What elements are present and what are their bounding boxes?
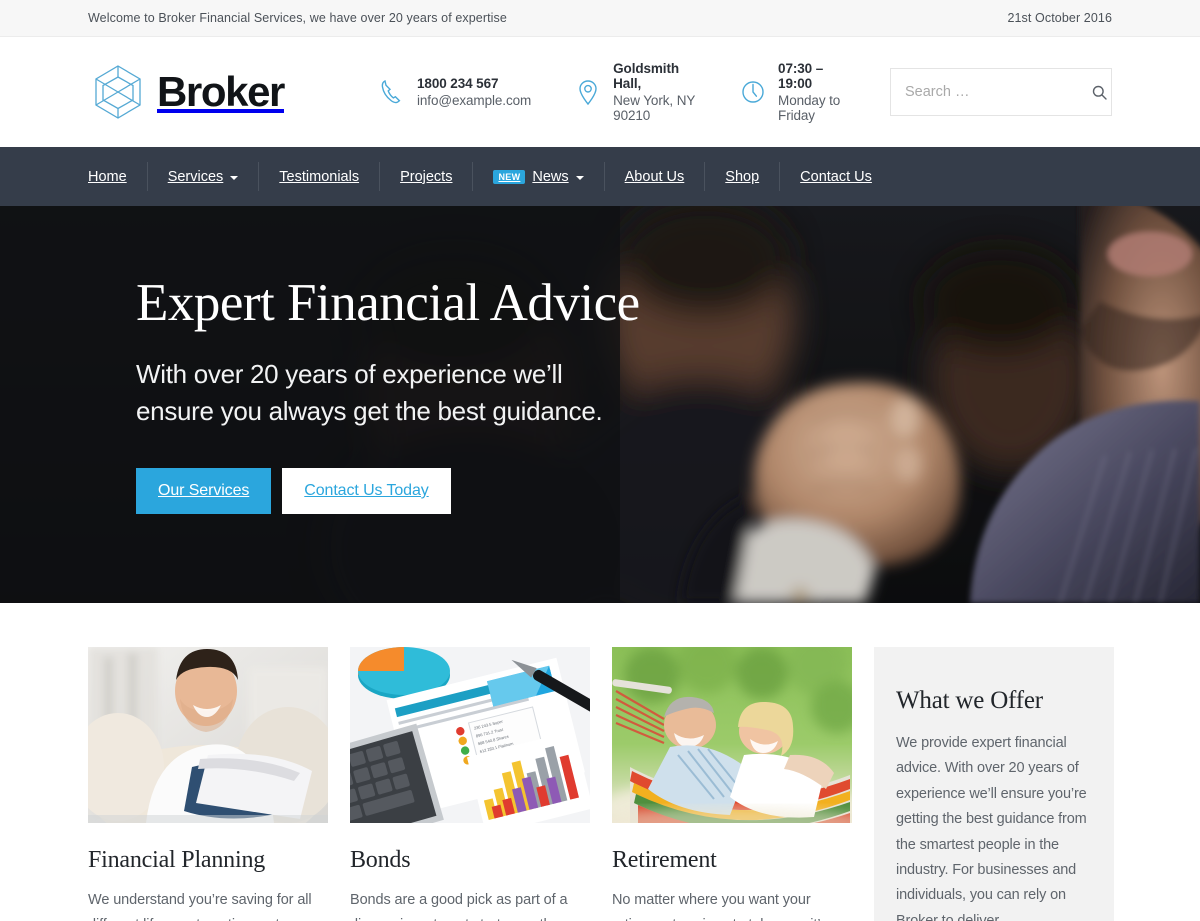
nav-item-services[interactable]: Services bbox=[148, 162, 260, 191]
service-card[interactable]: Financial Planning We understand you’re … bbox=[88, 647, 328, 921]
contact-email: info@example.com bbox=[417, 93, 532, 108]
services-section: Financial Planning We understand you’re … bbox=[0, 603, 1200, 921]
hero-title: Expert Financial Advice bbox=[136, 274, 640, 332]
what-we-offer-panel: What we Offer We provide expert financia… bbox=[874, 647, 1114, 921]
nav-item-projects[interactable]: Projects bbox=[380, 162, 474, 191]
chevron-down-icon bbox=[230, 175, 239, 180]
clock-icon bbox=[740, 77, 766, 107]
nav-label: Shop bbox=[725, 168, 760, 185]
main-navigation: Home Services Testimonials Projects NEW … bbox=[0, 147, 1200, 206]
phone-icon bbox=[379, 77, 405, 107]
nav-label: Projects bbox=[400, 168, 453, 185]
financial-charts-photo: 236 243.5 Super 896 731.2 Trust 988 540.… bbox=[350, 647, 590, 823]
top-bar: Welcome to Broker Financial Services, we… bbox=[0, 0, 1200, 37]
contact-address-line1: Goldsmith Hall, bbox=[613, 61, 680, 91]
nav-label: Contact Us bbox=[800, 168, 872, 185]
service-card-text: We understand you’re saving for all diff… bbox=[88, 892, 312, 921]
contact-hours-days: Monday to Friday bbox=[778, 93, 841, 123]
hero-banner: Expert Financial Advice With over 20 yea… bbox=[0, 206, 1200, 603]
service-card-title: Retirement bbox=[612, 847, 717, 873]
nav-item-shop[interactable]: Shop bbox=[705, 162, 781, 191]
contact-phone[interactable]: 1800 234 567 info@example.com bbox=[379, 76, 531, 108]
new-badge: NEW bbox=[493, 169, 526, 184]
our-services-button[interactable]: Our Services bbox=[136, 468, 272, 515]
senior-couple-hammock-photo bbox=[612, 647, 852, 823]
contact-hours[interactable]: 07:30 – 19:00 Monday to Friday bbox=[740, 61, 846, 123]
brand-logo[interactable]: Broker bbox=[88, 62, 285, 122]
nav-item-home[interactable]: Home bbox=[88, 162, 148, 191]
man-with-laptop-photo bbox=[88, 647, 328, 823]
service-card-text: Bonds are a good pick as part of a diver… bbox=[350, 892, 568, 921]
nav-label: Services bbox=[167, 168, 224, 185]
header-contact-group: 1800 234 567 info@example.com Goldsmith … bbox=[379, 61, 890, 123]
nav-item-testimonials[interactable]: Testimonials bbox=[259, 162, 381, 191]
offer-title: What we Offer bbox=[896, 687, 1043, 714]
nav-label: About Us bbox=[624, 168, 685, 185]
hero-subtitle: With over 20 years of experience we’ll e… bbox=[136, 358, 603, 427]
search-box[interactable] bbox=[890, 68, 1112, 116]
contact-us-today-button[interactable]: Contact Us Today bbox=[282, 468, 451, 515]
nav-label: Home bbox=[88, 168, 127, 185]
current-date: 21st October 2016 bbox=[1007, 11, 1112, 25]
chevron-down-icon bbox=[575, 175, 584, 180]
nav-item-news[interactable]: NEW News bbox=[473, 162, 605, 191]
location-icon bbox=[575, 77, 601, 107]
search-input[interactable] bbox=[905, 84, 1092, 100]
hero-content: Expert Financial Advice With over 20 yea… bbox=[0, 206, 1200, 515]
search-icon[interactable] bbox=[1092, 85, 1107, 100]
nav-label: Testimonials bbox=[279, 168, 360, 185]
contact-address[interactable]: Goldsmith Hall, New York, NY 90210 bbox=[575, 61, 696, 123]
offer-text: We provide expert financial advice. With… bbox=[896, 735, 1087, 921]
hero-buttons: Our Services Contact Us Today bbox=[136, 468, 1112, 515]
service-card-title: Bonds bbox=[350, 847, 411, 873]
contact-hours-time: 07:30 – 19:00 bbox=[778, 61, 824, 91]
welcome-message: Welcome to Broker Financial Services, we… bbox=[88, 11, 507, 25]
hex-cube-icon bbox=[88, 62, 148, 122]
service-card[interactable]: 236 243.5 Super 896 731.2 Trust 988 540.… bbox=[350, 647, 590, 921]
nav-item-contact-us[interactable]: Contact Us bbox=[780, 162, 872, 191]
nav-item-about-us[interactable]: About Us bbox=[605, 162, 706, 191]
service-card-title: Financial Planning bbox=[88, 847, 266, 873]
brand-name: Broker bbox=[157, 68, 285, 115]
service-card[interactable]: Retirement No matter where you want your… bbox=[612, 647, 852, 921]
contact-phone-number: 1800 234 567 bbox=[417, 76, 499, 91]
nav-list: Home Services Testimonials Projects NEW … bbox=[88, 162, 872, 191]
nav-label: News bbox=[532, 168, 569, 185]
contact-address-line2: New York, NY 90210 bbox=[613, 93, 695, 123]
service-card-text: No matter where you want your retirement… bbox=[612, 892, 827, 921]
site-header: Broker 1800 234 567 info@example.com Gol… bbox=[0, 37, 1200, 147]
